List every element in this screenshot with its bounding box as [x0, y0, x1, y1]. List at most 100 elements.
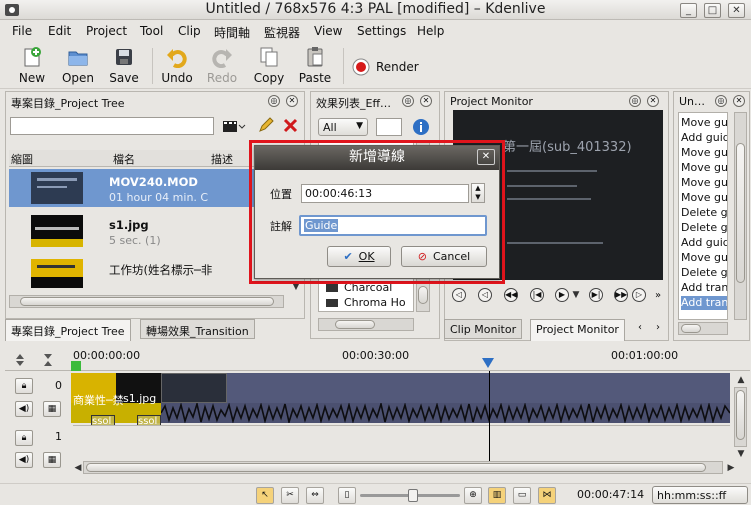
info-icon[interactable]: [412, 118, 430, 136]
tab-project-tree[interactable]: 專案目錄_Project Tree: [5, 319, 131, 341]
undo-horizontal-scrollbar[interactable]: [678, 322, 728, 335]
mute-audio-icon[interactable]: ◀): [15, 401, 33, 417]
frame-back-icon[interactable]: ◁: [478, 288, 492, 302]
effects-search-input[interactable]: [376, 118, 402, 136]
tree-item-workshop[interactable]: 工作坊(姓名標示─非: [9, 256, 282, 288]
undo-item[interactable]: Move gu: [681, 251, 727, 265]
timeline-horizontal-scrollbar[interactable]: [83, 461, 723, 474]
scrollbar-thumb[interactable]: [736, 390, 745, 440]
copy-button[interactable]: Copy: [249, 44, 289, 88]
tab-scroll-right-icon[interactable]: ›: [656, 322, 660, 333]
tab-transition[interactable]: 轉場效果_Transition: [140, 319, 255, 339]
effect-item-chroma[interactable]: Chroma Ho: [326, 296, 406, 309]
undo-item[interactable]: Move gu: [681, 191, 727, 205]
undo-vertical-scrollbar[interactable]: [734, 112, 747, 320]
menu-settings[interactable]: Settings: [357, 24, 406, 38]
fit-zoom-icon[interactable]: ▯: [338, 487, 356, 504]
scroll-up-icon[interactable]: ▲: [735, 375, 747, 385]
next-icon[interactable]: ▶|: [589, 288, 603, 302]
show-thumbnails-icon[interactable]: ▥: [488, 487, 506, 504]
hide-video-icon[interactable]: ▦: [43, 401, 61, 417]
lock-track-icon[interactable]: 🔒︎: [15, 378, 33, 394]
add-clip-icon[interactable]: [222, 117, 246, 135]
edit-clip-icon[interactable]: [258, 117, 274, 133]
hide-video-icon[interactable]: ▦: [43, 452, 61, 468]
effects-filter-select[interactable]: All ▼: [318, 118, 368, 136]
timeline-vertical-scrollbar[interactable]: [734, 387, 747, 447]
menu-help[interactable]: Help: [417, 24, 444, 38]
scrollbar-thumb[interactable]: [418, 286, 428, 304]
menu-edit[interactable]: Edit: [48, 24, 71, 38]
close-panel-icon[interactable]: ✕: [733, 95, 745, 107]
more-controls-icon[interactable]: »: [655, 290, 661, 301]
menu-timeline[interactable]: 時間軸: [214, 24, 250, 41]
scrollbar-thumb[interactable]: [681, 324, 701, 333]
razor-tool-icon[interactable]: ✂: [281, 487, 299, 504]
scrollbar-thumb[interactable]: [736, 143, 745, 283]
zoom-slider-handle[interactable]: [408, 489, 418, 502]
menu-view[interactable]: View: [314, 24, 342, 38]
scroll-down-icon[interactable]: ▼: [735, 449, 747, 459]
undo-button[interactable]: Undo: [157, 44, 197, 88]
mute-audio-icon[interactable]: ◀): [15, 452, 33, 468]
timecode-format-select[interactable]: hh:mm:ss::ff: [652, 486, 748, 504]
tree-item-s1[interactable]: s1.jpg 5 sec. (1): [9, 212, 282, 250]
seek-start-icon[interactable]: ◁: [452, 288, 466, 302]
menu-clip[interactable]: Clip: [178, 24, 201, 38]
tab-clip-monitor[interactable]: Clip Monitor: [444, 319, 523, 339]
undo-item[interactable]: Add guid: [681, 131, 727, 145]
previous-icon[interactable]: |◀: [530, 288, 544, 302]
new-button[interactable]: New: [12, 44, 52, 88]
zoom-in-icon[interactable]: ⊕: [464, 487, 482, 504]
minimize-button[interactable]: _: [680, 3, 697, 18]
maximize-button[interactable]: □: [704, 3, 721, 18]
close-button[interactable]: ✕: [728, 3, 745, 18]
forward-icon[interactable]: ▶▶: [614, 288, 628, 302]
column-filename[interactable]: 檔名: [113, 151, 135, 167]
tab-project-monitor[interactable]: Project Monitor: [530, 319, 625, 341]
redo-button[interactable]: Redo: [202, 44, 242, 88]
position-input[interactable]: [301, 184, 469, 203]
column-description[interactable]: 描述: [211, 151, 233, 167]
play-icon[interactable]: ▶: [555, 288, 569, 302]
dialog-close-button[interactable]: ✕: [477, 149, 495, 165]
chevron-down-icon[interactable]: ▼: [570, 290, 582, 300]
snap-icon[interactable]: ⋈: [538, 487, 556, 504]
undo-item[interactable]: Move gu: [681, 146, 727, 160]
float-panel-icon[interactable]: ◎: [629, 95, 641, 107]
close-panel-icon[interactable]: ✕: [286, 95, 298, 107]
scrollbar-thumb[interactable]: [335, 320, 375, 329]
undo-item[interactable]: Delete g: [681, 221, 727, 235]
float-panel-icon[interactable]: ◎: [402, 95, 414, 107]
open-button[interactable]: Open: [58, 44, 98, 88]
comment-input[interactable]: Guide: [299, 215, 487, 236]
frame-forward-icon[interactable]: ▷: [632, 288, 646, 302]
effects-horizontal-scrollbar[interactable]: [318, 318, 414, 331]
close-panel-icon[interactable]: ✕: [647, 95, 659, 107]
undo-item[interactable]: Move gu: [681, 176, 727, 190]
project-search-input[interactable]: [10, 117, 214, 135]
menu-tool[interactable]: Tool: [140, 24, 163, 38]
tree-horizontal-scrollbar[interactable]: [9, 295, 284, 308]
menu-monitor[interactable]: 監視器: [264, 24, 300, 41]
undo-item-selected[interactable]: Add tran: [681, 296, 727, 310]
undo-item[interactable]: Delete g: [681, 266, 727, 280]
zone-marker-icon[interactable]: [71, 361, 81, 371]
undo-item[interactable]: Delete g: [681, 206, 727, 220]
timeline-ruler[interactable]: 00:00:00:00 00:00:30:00 00:01:00:00: [5, 349, 750, 371]
scroll-right-icon[interactable]: ▶: [725, 463, 737, 473]
ok-button[interactable]: ✔ OK: [327, 246, 391, 267]
select-tool-icon[interactable]: ↖: [256, 487, 274, 504]
rewind-icon[interactable]: ◀◀: [504, 288, 518, 302]
undo-item[interactable]: Move gu: [681, 116, 727, 130]
undo-item[interactable]: Move gu: [681, 161, 727, 175]
float-panel-icon[interactable]: ◎: [268, 95, 280, 107]
save-button[interactable]: Save: [104, 44, 144, 88]
position-spinner[interactable]: ▲ ▼: [471, 183, 485, 203]
timeline-clip-mov240[interactable]: [161, 373, 227, 403]
menu-file[interactable]: File: [12, 24, 32, 38]
scrollbar-thumb[interactable]: [20, 297, 274, 306]
undo-item[interactable]: Add tran: [681, 281, 727, 295]
video-track-1[interactable]: [73, 425, 730, 459]
render-button[interactable]: Render: [350, 44, 422, 88]
